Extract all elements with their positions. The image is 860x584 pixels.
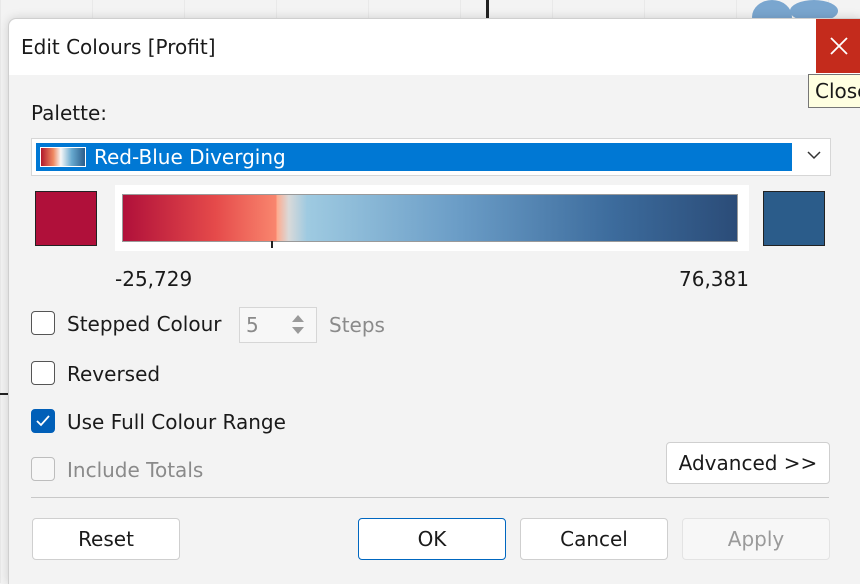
start-colour-swatch[interactable] <box>35 191 97 246</box>
stepped-colour-checkbox[interactable] <box>31 311 55 335</box>
title-bar: Edit Colours [Profit] <box>9 19 860 75</box>
steps-value: 5 <box>246 313 259 337</box>
stepper-down-icon[interactable] <box>292 327 304 334</box>
reset-button[interactable]: Reset <box>32 518 180 560</box>
steps-label: Steps <box>329 313 385 337</box>
palette-label: Palette: <box>31 101 108 125</box>
stepped-colour-label: Stepped Colour <box>67 312 222 336</box>
close-icon <box>829 37 848 55</box>
colour-ramp <box>122 194 738 242</box>
close-tooltip: Close <box>808 74 860 108</box>
button-divider <box>31 497 829 498</box>
use-full-colour-range-label: Use Full Colour Range <box>67 410 286 434</box>
background-axis-tick <box>486 0 489 18</box>
include-totals-checkbox[interactable] <box>31 457 55 481</box>
reversed-checkbox[interactable] <box>31 361 55 385</box>
apply-button[interactable]: Apply <box>682 518 830 560</box>
steps-stepper[interactable]: 5 <box>239 307 317 343</box>
stepper-up-icon[interactable] <box>292 315 304 322</box>
ramp-center-tick <box>271 241 273 248</box>
colour-ramp-panel <box>115 185 749 251</box>
palette-selected-item: Red-Blue Diverging <box>36 143 792 171</box>
palette-dropdown[interactable]: Red-Blue Diverging <box>31 138 831 176</box>
range-max-value: 76,381 <box>679 267 749 291</box>
end-colour-swatch[interactable] <box>763 191 825 246</box>
dialog-title: Edit Colours [Profit] <box>21 35 216 59</box>
ok-button[interactable]: OK <box>358 518 506 560</box>
cancel-button[interactable]: Cancel <box>520 518 668 560</box>
chevron-down-icon[interactable] <box>806 149 822 161</box>
reversed-label: Reversed <box>67 362 161 386</box>
stepper-arrows[interactable] <box>288 310 312 338</box>
use-full-colour-range-checkbox[interactable] <box>31 409 55 433</box>
edit-colours-dialog: Edit Colours [Profit] Palette: Red-Blue … <box>8 18 860 584</box>
palette-selected-label: Red-Blue Diverging <box>94 145 286 169</box>
palette-preview-icon <box>40 147 86 167</box>
include-totals-label: Include Totals <box>67 458 204 482</box>
close-button[interactable] <box>816 19 860 73</box>
advanced-button[interactable]: Advanced >> <box>666 442 830 484</box>
checkmark-icon <box>36 415 50 427</box>
range-min-value: -25,729 <box>115 267 193 291</box>
